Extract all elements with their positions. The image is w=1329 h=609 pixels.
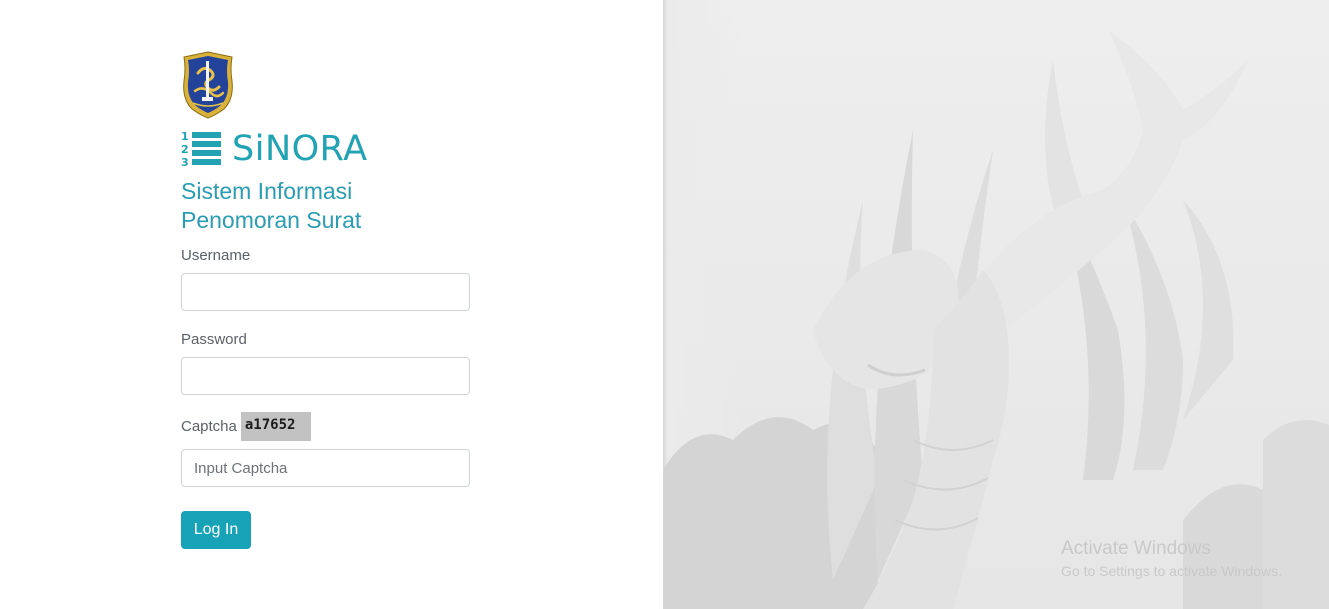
captcha-image: a17652: [240, 411, 311, 441]
captcha-row: Captcha a17652: [181, 411, 470, 441]
brand-digit-3: 3: [181, 156, 189, 168]
background-image-panel: Activate Windows Go to Settings to activ…: [663, 0, 1329, 609]
subtitle-line-1: Sistem Informasi: [181, 178, 353, 204]
login-form: 1 2 3 SiNORA Sistem Informasi Penomoran …: [181, 51, 470, 549]
watermark-title: Activate Windows: [1061, 538, 1211, 559]
subtitle-line-2: Penomoran Surat: [181, 207, 362, 233]
numbered-list-icon: 1 2 3: [181, 130, 221, 168]
brand-digit-2: 2: [181, 143, 189, 156]
windows-activation-watermark: Activate Windows Go to Settings to activ…: [1061, 537, 1282, 581]
login-page: 1 2 3 SiNORA Sistem Informasi Penomoran …: [0, 0, 1329, 609]
brand-name: SiNORA: [232, 129, 368, 169]
login-button[interactable]: Log In: [181, 511, 251, 549]
login-panel: 1 2 3 SiNORA Sistem Informasi Penomoran …: [0, 0, 663, 609]
watermark-subtitle: Go to Settings to activate Windows.: [1061, 563, 1282, 579]
brand-row: 1 2 3 SiNORA: [181, 129, 470, 169]
password-label: Password: [181, 331, 247, 348]
shark-crocodile-statue-image: [663, 0, 1329, 609]
brand-digit-1: 1: [181, 130, 189, 143]
app-subtitle: Sistem Informasi Penomoran Surat: [181, 177, 470, 235]
password-input[interactable]: [181, 357, 470, 395]
captcha-label: Captcha: [181, 417, 237, 435]
username-input[interactable]: [181, 273, 470, 311]
captcha-input[interactable]: [181, 449, 470, 487]
city-emblem-icon: [183, 51, 233, 119]
username-label: Username: [181, 247, 251, 264]
